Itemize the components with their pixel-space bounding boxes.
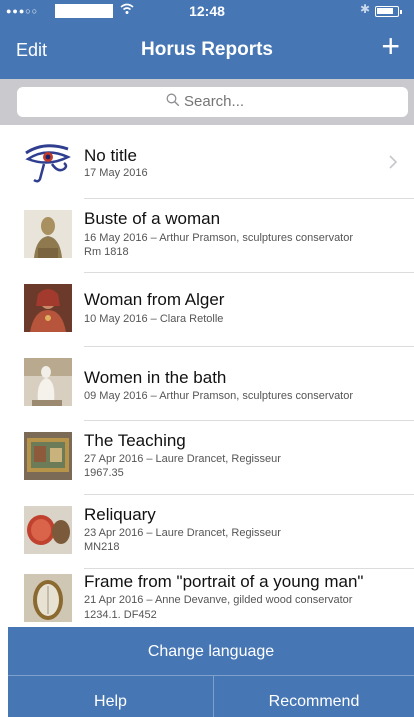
search-input[interactable]: [184, 93, 259, 110]
list-item[interactable]: Frame from "portrait of a young man" 21 …: [0, 569, 414, 627]
status-bar: ●●●○○ 12:48 ✱: [0, 0, 414, 22]
battery-icon: [375, 6, 402, 17]
edit-button[interactable]: Edit: [16, 40, 47, 61]
report-reference: 1967.35: [84, 467, 124, 479]
eye-of-horus-icon: [25, 144, 71, 183]
recommend-button[interactable]: Recommend: [214, 676, 414, 717]
add-report-button[interactable]: +: [381, 30, 400, 62]
bust-photo: [24, 210, 72, 258]
list-item[interactable]: Reliquary 23 Apr 2016 – Laure Drancet, R…: [0, 495, 414, 569]
statue-photo: [24, 358, 72, 406]
list-item[interactable]: Woman from Alger 10 May 2016 – Clara Ret…: [0, 273, 414, 347]
report-subtitle: 09 May 2016 – Arthur Pramson, sculptures…: [84, 390, 354, 402]
report-subtitle: 21 Apr 2016 – Anne Devanve, gilded wood …: [84, 594, 353, 606]
report-subtitle: 23 Apr 2016 – Laure Drancet, Regisseur: [84, 527, 281, 539]
report-title: The Teaching: [84, 431, 186, 450]
report-subtitle: 10 May 2016 – Clara Retolle: [84, 313, 224, 325]
report-list: No title 17 May 2016 Buste of a woman 16…: [0, 125, 414, 627]
report-reference: MN218: [84, 541, 120, 553]
report-title: Frame from "portrait of a young man": [84, 572, 364, 591]
report-subtitle: 17 May 2016: [84, 167, 148, 179]
page-title: Horus Reports: [141, 39, 273, 60]
search-icon: [166, 93, 180, 107]
bluetooth-icon: ✱: [360, 2, 371, 16]
navigation-bar: Edit Horus Reports +: [0, 22, 414, 79]
report-subtitle: 16 May 2016 – Arthur Pramson, sculptures…: [84, 232, 354, 244]
report-reference: Rm 1818: [84, 246, 129, 258]
list-item[interactable]: No title 17 May 2016: [0, 125, 414, 199]
chevron-right-icon: [389, 155, 398, 169]
report-title: Woman from Alger: [84, 290, 225, 309]
list-item[interactable]: Buste of a woman 16 May 2016 – Arthur Pr…: [0, 199, 414, 273]
search-field[interactable]: [17, 87, 408, 117]
painting-photo: [24, 284, 72, 332]
clock: 12:48: [189, 3, 225, 19]
change-language-button[interactable]: Change language: [8, 627, 414, 676]
list-item[interactable]: Women in the bath 09 May 2016 – Arthur P…: [0, 347, 414, 421]
oval-frame-photo: [24, 574, 72, 622]
help-button[interactable]: Help: [8, 676, 213, 717]
report-title: Buste of a woman: [84, 209, 221, 228]
framed-painting-photo: [24, 432, 72, 480]
report-reference: 1234.1. DF452: [84, 609, 157, 621]
report-title: Women in the bath: [84, 368, 227, 387]
list-item[interactable]: The Teaching 27 Apr 2016 – Laure Drancet…: [0, 421, 414, 495]
report-subtitle: 27 Apr 2016 – Laure Drancet, Regisseur: [84, 453, 281, 465]
report-title: No title: [84, 146, 137, 165]
search-bar: [0, 79, 414, 125]
report-title: Reliquary: [84, 505, 156, 524]
reliquary-photo: [24, 506, 72, 554]
